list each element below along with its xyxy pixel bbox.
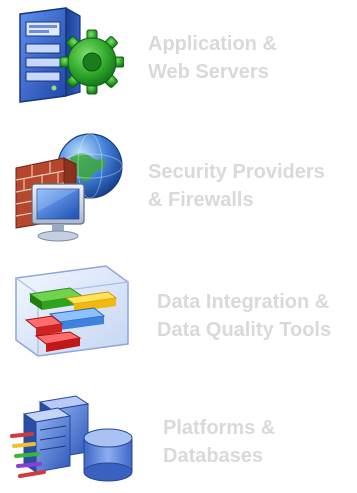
label-line-2: & Firewalls: [148, 189, 254, 211]
tile-label: Application & Web Servers: [148, 30, 277, 86]
tile-platforms-databases: Platforms & Databases: [0, 370, 357, 488]
label-line-2: Data Quality Tools: [157, 319, 332, 341]
tile-label: Platforms & Databases: [163, 414, 275, 470]
label-line-2: Databases: [163, 445, 264, 467]
tile-data-integration-quality: Data Integration & Data Quality Tools: [0, 252, 357, 370]
data-blocks-cube-icon: [10, 260, 132, 360]
tile-label: Data Integration & Data Quality Tools: [157, 288, 331, 344]
label-line-1: Platforms &: [163, 417, 276, 439]
server-gear-icon: [14, 4, 125, 108]
label-line-1: Data Integration &: [157, 291, 330, 313]
label-line-2: Web Servers: [148, 61, 269, 83]
label-line-1: Security Providers: [148, 161, 325, 183]
tile-application-web-servers: Application & Web Servers: [0, 0, 357, 118]
label-line-1: Application &: [148, 33, 277, 55]
tile-security-providers-firewalls: Security Providers & Firewalls: [0, 124, 357, 242]
tile-label: Security Providers & Firewalls: [148, 158, 325, 214]
firewall-globe-monitor-icon: [8, 128, 128, 246]
servers-database-icon: [10, 384, 140, 488]
